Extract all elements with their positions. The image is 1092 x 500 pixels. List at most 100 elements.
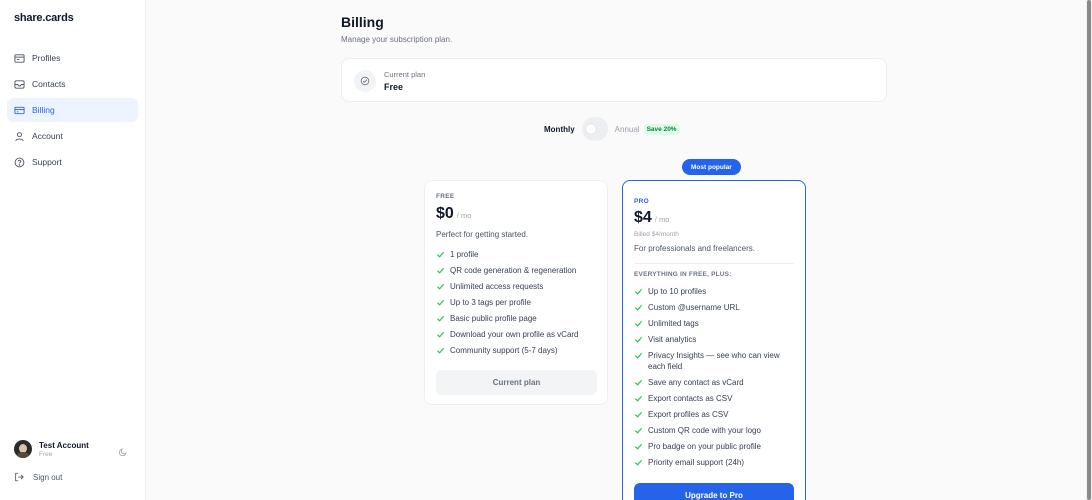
page-subtitle: Manage your subscription plan. <box>341 35 453 44</box>
check-icon <box>436 313 445 324</box>
sidebar-item-support[interactable]: Support <box>7 150 138 174</box>
feature-text: Up to 3 tags per profile <box>450 298 531 307</box>
check-circle-icon <box>354 70 376 92</box>
divider <box>634 263 794 264</box>
plan-period: / mo <box>654 215 670 224</box>
check-icon <box>436 297 445 308</box>
sidebar-item-label: Account <box>32 131 63 141</box>
avatar <box>14 440 32 458</box>
logout-icon <box>15 472 24 482</box>
feature-item: Custom @username URL <box>634 302 795 313</box>
check-icon <box>436 345 445 356</box>
scrollbar[interactable] <box>1086 0 1092 500</box>
plan-tier: PRO <box>634 198 649 205</box>
feature-item: 1 profile <box>436 249 597 260</box>
price-row: $0 / mo <box>436 205 471 223</box>
sidebar: share.cards Profiles Contacts Billing Ac… <box>0 0 146 500</box>
most-popular-badge: Most popular <box>682 159 741 175</box>
plan-price: $0 <box>436 205 454 222</box>
feature-item: Basic public profile page <box>436 313 597 324</box>
check-icon <box>436 329 445 340</box>
feature-text: Export contacts as CSV <box>648 394 733 403</box>
feature-item: Up to 3 tags per profile <box>436 297 597 308</box>
scrollbar-thumb[interactable] <box>1087 0 1091 500</box>
current-plan-value: Free <box>384 82 404 92</box>
feature-item: Community support (5-7 days) <box>436 345 597 356</box>
sidebar-item-label: Contacts <box>32 79 66 89</box>
price-row: $4 / mo <box>634 209 669 227</box>
sidebar-item-label: Profiles <box>32 53 61 63</box>
sidebar-item-label: Billing <box>32 105 55 115</box>
credit-card-icon <box>14 105 25 116</box>
user-plan: Free <box>39 450 53 458</box>
feature-item: Visit analytics <box>634 334 795 345</box>
check-icon <box>436 249 445 260</box>
billing-cycle-switch[interactable] <box>581 117 608 141</box>
plan-tagline: For professionals and freelancers. <box>634 244 755 253</box>
plan-period: / mo <box>456 211 472 220</box>
check-icon <box>634 302 643 313</box>
save-badge: Save 20% <box>643 123 680 135</box>
feature-text: Custom @username URL <box>648 303 740 312</box>
user-menu[interactable]: Test Account Free <box>14 436 132 462</box>
sidebar-item-label: Support <box>32 157 62 167</box>
check-icon <box>634 350 643 361</box>
check-icon <box>634 409 643 420</box>
check-icon <box>634 457 643 468</box>
feature-text: Visit analytics <box>648 335 697 344</box>
inbox-icon <box>14 79 25 90</box>
id-card-icon <box>14 53 25 64</box>
upgrade-button[interactable]: Upgrade to Pro <box>634 483 794 500</box>
app-logo[interactable]: share.cards <box>14 12 74 24</box>
feature-text: Basic public profile page <box>450 314 537 323</box>
check-icon <box>634 393 643 404</box>
feature-text: Community support (5-7 days) <box>450 346 558 355</box>
feature-text: Save any contact as vCard <box>648 378 744 387</box>
feature-item: Export profiles as CSV <box>634 409 795 420</box>
feature-item: Priority email support (24h) <box>634 457 795 468</box>
feature-item: Unlimited tags <box>634 318 795 329</box>
user-info: Test Account Free <box>39 441 89 458</box>
feature-text: Pro badge on your public profile <box>648 442 761 451</box>
check-icon <box>436 265 445 276</box>
feature-item: Privacy Insights — see who can view each… <box>634 350 795 372</box>
feature-item: QR code generation & regeneration <box>436 265 597 276</box>
sidebar-item-billing[interactable]: Billing <box>7 98 138 122</box>
plus-label: EVERYTHING IN FREE, PLUS: <box>634 271 732 278</box>
feature-item: Download your own profile as vCard <box>436 329 597 340</box>
check-icon <box>634 286 643 297</box>
plan-tagline: Perfect for getting started. <box>436 230 529 239</box>
check-icon <box>436 281 445 292</box>
moon-icon[interactable] <box>118 444 128 457</box>
sidebar-item-account[interactable]: Account <box>7 124 138 148</box>
current-plan-card: Current plan Free <box>341 58 887 102</box>
feature-text: Export profiles as CSV <box>648 410 729 419</box>
feature-text: Unlimited access requests <box>450 282 544 291</box>
signout-button[interactable]: Sign out <box>14 472 62 482</box>
plan-price: $4 <box>634 209 652 226</box>
feature-text: Custom QR code with your logo <box>648 426 761 435</box>
check-icon <box>634 318 643 329</box>
monthly-label[interactable]: Monthly <box>544 125 575 134</box>
pro-plan-card: PRO $4 / mo Billed $4/month For professi… <box>622 180 806 500</box>
feature-item: Unlimited access requests <box>436 281 597 292</box>
feature-item: Custom QR code with your logo <box>634 425 795 436</box>
check-icon <box>634 377 643 388</box>
sidebar-item-profiles[interactable]: Profiles <box>7 46 138 70</box>
check-icon <box>634 425 643 436</box>
current-plan-label: Current plan <box>384 70 426 79</box>
feature-item: Up to 10 profiles <box>634 286 795 297</box>
feature-text: Privacy Insights — see who can view each… <box>648 351 780 371</box>
sidebar-item-contacts[interactable]: Contacts <box>7 72 138 96</box>
feature-text: 1 profile <box>450 250 479 259</box>
annual-label[interactable]: Annual <box>615 125 640 134</box>
billing-cycle-toggle: Monthly Annual Save 20% <box>544 117 680 141</box>
billed-note: Billed $4/month <box>634 231 679 238</box>
check-icon <box>634 334 643 345</box>
feature-text: Up to 10 profiles <box>648 287 707 296</box>
feature-text: Priority email support (24h) <box>648 458 745 467</box>
feature-list: Up to 10 profiles Custom @username URL Unl… <box>634 286 795 473</box>
help-circle-icon <box>14 157 25 168</box>
current-plan-button[interactable]: Current plan <box>436 370 597 395</box>
feature-item: Save any contact as vCard <box>634 377 795 388</box>
